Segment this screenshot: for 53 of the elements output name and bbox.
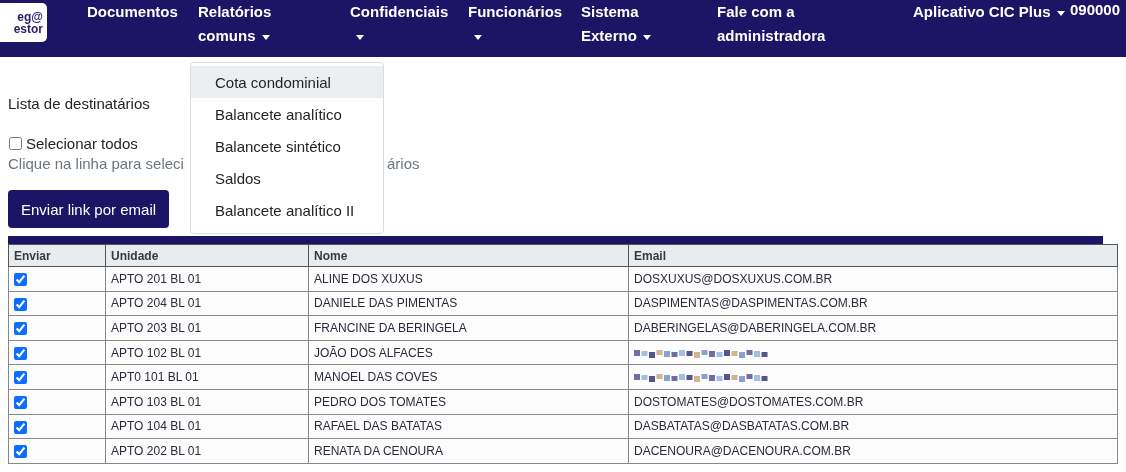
select-all-checkbox[interactable] <box>9 137 22 150</box>
row-checkbox[interactable] <box>14 297 27 311</box>
nav-link[interactable]: Sistema Externo <box>581 0 661 48</box>
nav-link[interactable]: Confidenciais <box>350 0 460 48</box>
table-cell: APTO 201 BL 01 <box>105 266 309 292</box>
column-header: Email <box>628 244 1118 267</box>
table-cell: APTO 102 BL 01 <box>105 340 309 365</box>
menu-item[interactable]: Balancete sintético <box>191 130 383 162</box>
row-checkbox[interactable] <box>14 346 27 360</box>
table-cell: ALINE DOS XUXUS <box>308 266 629 292</box>
hint-text: ários <box>387 155 421 172</box>
nav-link[interactable]: Funcionários <box>468 0 576 48</box>
table-cell: RAFAEL DAS BATATAS <box>308 414 629 439</box>
nav-link[interactable]: Documentos <box>87 0 187 24</box>
table-cell: DOSXUXUS@DOSXUXUS.COM.BR <box>628 266 1118 292</box>
table-cell: RENATA DA CENOURA <box>308 438 629 464</box>
table-cell: APT0 101 BL 01 <box>105 364 309 390</box>
menu-item[interactable]: Balancete analítico <box>191 98 383 130</box>
table-cell: PEDRO DOS TOMATES <box>308 389 629 415</box>
table-cell: DABERINGELAS@DABERINGELA.COM.BR <box>628 315 1118 341</box>
list-title: Lista de destinatários <box>8 95 150 114</box>
column-header: Unidade <box>105 244 309 267</box>
menu-item[interactable]: Saldos <box>191 162 383 194</box>
nav-link[interactable]: Relatórios comuns <box>198 0 298 48</box>
table-cell: JOÃO DOS ALFACES <box>308 340 629 365</box>
logo[interactable]: eg@ estor <box>0 3 47 42</box>
table-cell: DASPIMENTAS@DASPIMENTAS.COM.BR <box>628 291 1118 316</box>
select-all-label: Selecionar todos <box>26 135 138 152</box>
table-cell: DACENOURA@DACENOURA.COM.BR <box>628 438 1118 464</box>
table-cell: APTO 103 BL 01 <box>105 389 309 415</box>
hint-text: Clique na linha para seleci <box>8 155 185 172</box>
table-cell: MANOEL DAS COVES <box>308 364 629 390</box>
table-cell: DANIELE DAS PIMENTAS <box>308 291 629 316</box>
table-cell: APTO 203 BL 01 <box>105 315 309 341</box>
column-header: Nome <box>308 244 629 267</box>
table-cell: DASBATATAS@DASBATATAS.COM.BR <box>628 414 1118 439</box>
table-cell: FRANCINE DA BERINGELA <box>308 315 629 341</box>
table-cell: APTO 202 BL 01 <box>105 438 309 464</box>
row-checkbox[interactable] <box>14 272 27 286</box>
row-checkbox[interactable] <box>14 445 27 459</box>
table-cell: APTO 104 BL 01 <box>105 414 309 439</box>
menu-item[interactable]: Cota condominial <box>191 66 383 98</box>
nav-link[interactable]: 090000 <box>1070 0 1126 22</box>
row-checkbox[interactable] <box>14 420 27 434</box>
nav-link[interactable]: Fale com a administradora <box>717 0 847 48</box>
row-checkbox[interactable] <box>14 371 27 385</box>
table-cell: DOSTOMATES@DOSTOMATES.COM.BR <box>628 389 1118 415</box>
menu-item[interactable]: Balancete analítico II <box>191 194 383 226</box>
send-email-button[interactable]: Enviar link por email <box>8 190 170 228</box>
column-header: Enviar <box>8 244 106 267</box>
row-checkbox[interactable] <box>14 322 27 336</box>
row-checkbox[interactable] <box>14 395 27 409</box>
table-cell: APTO 204 BL 01 <box>105 291 309 316</box>
